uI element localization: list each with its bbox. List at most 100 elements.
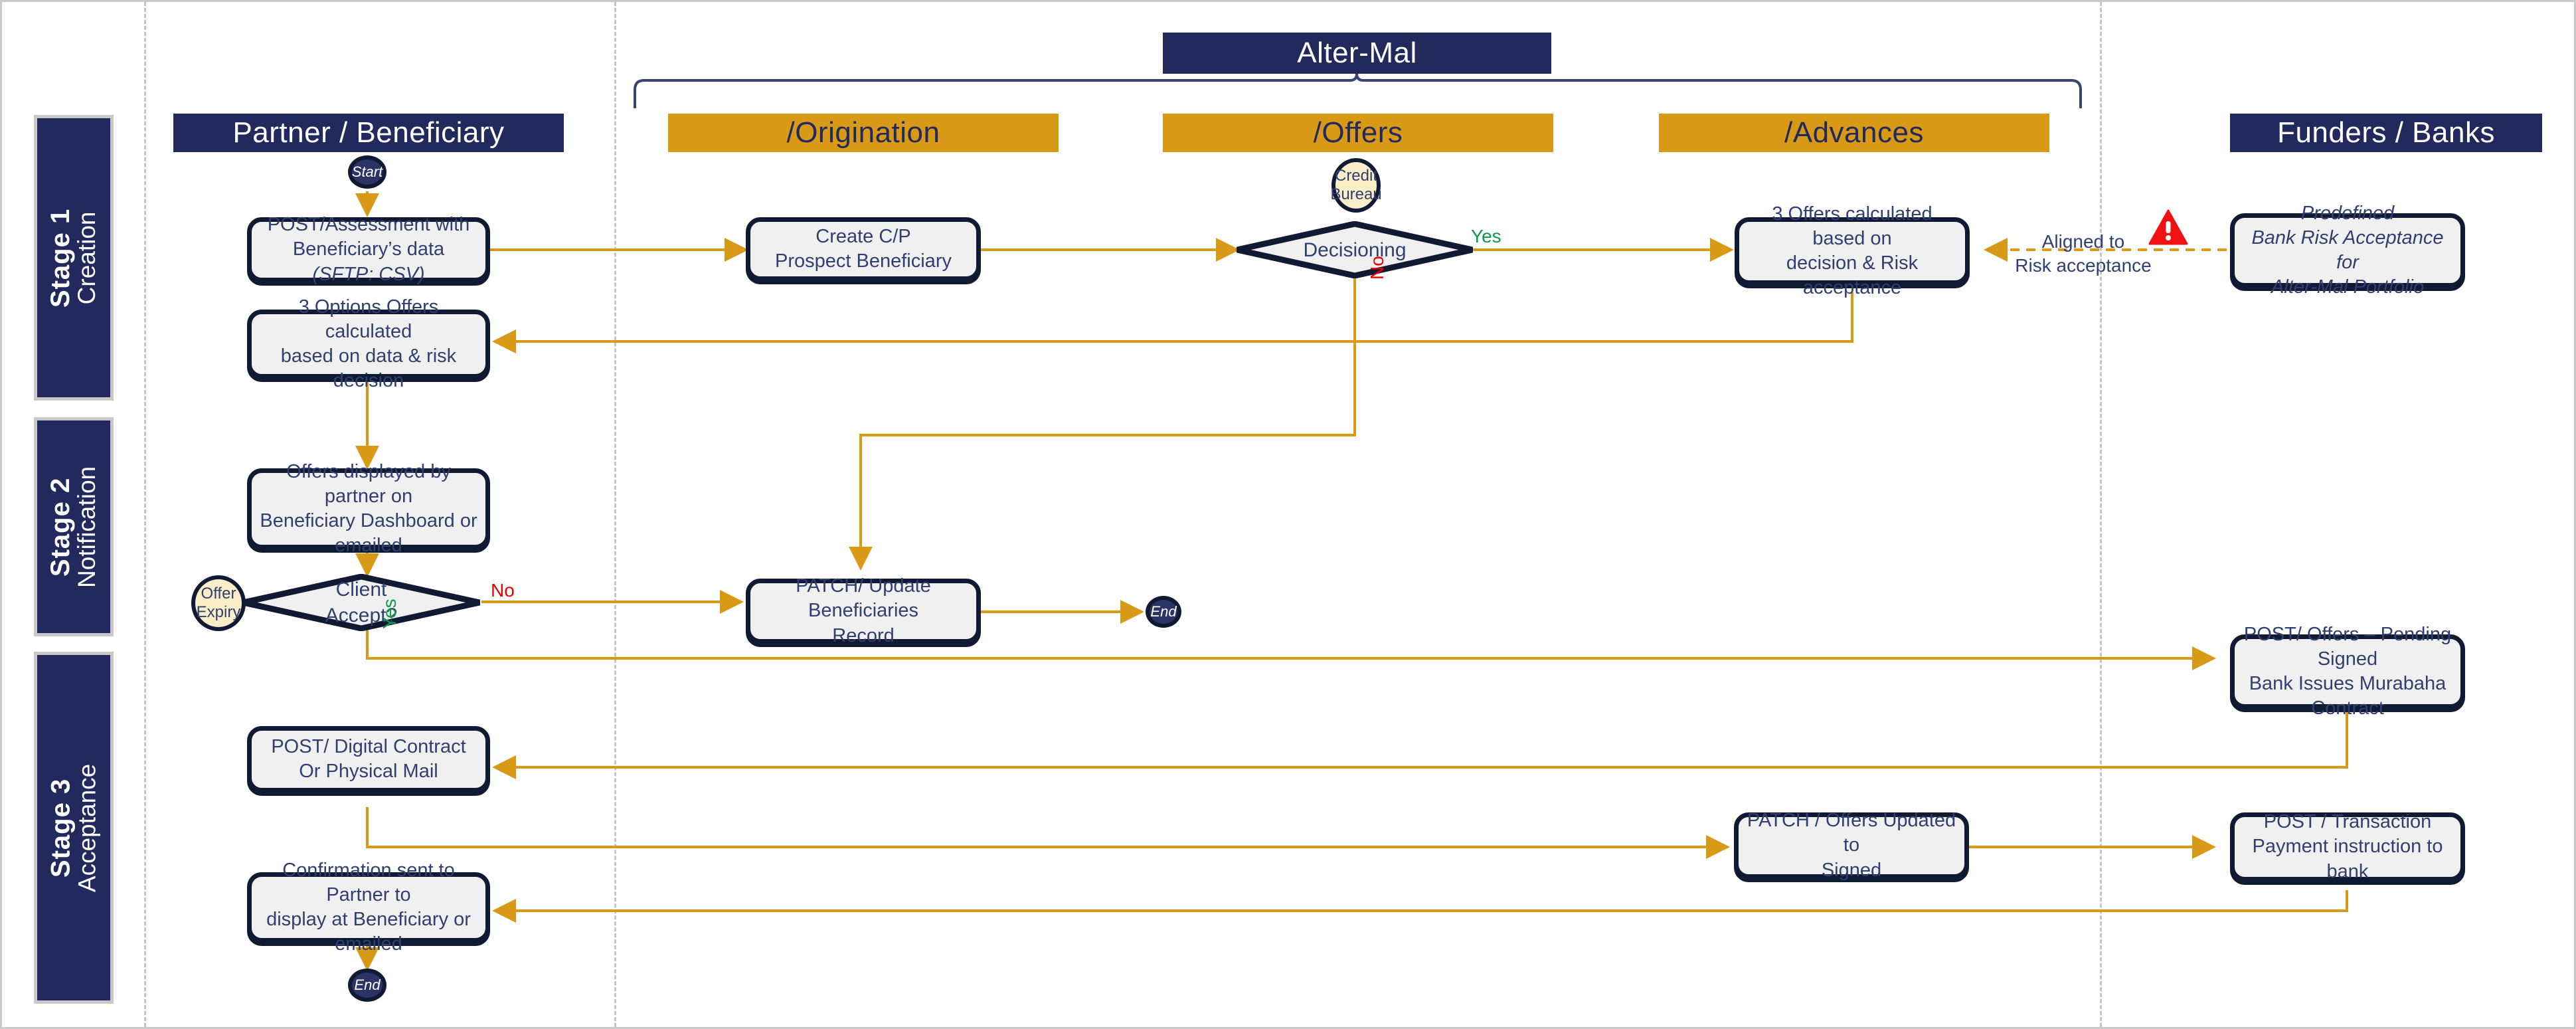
edge-postoffers-to-digitalcontract [492,708,2348,779]
client-accept-no-text: No [491,580,515,601]
lane-header-origination: /Origination [668,114,1059,152]
stage-1-name: Creation [73,211,101,304]
node-post-assessment[interactable]: POST/Assessment with Beneficiary’s data … [247,214,490,285]
lane-header-partner-label: Partner / Beneficiary [232,116,505,149]
note-aligned-line1: Aligned to [2041,231,2125,252]
edge-clientaccept-yes-to-postoffers [366,628,2216,670]
note-aligned-to-risk-acceptance: Aligned to Risk acceptance [2004,230,2163,278]
node-post-offers-pending-signed[interactable]: POST/ Offers – Pending Signed Bank Issue… [2230,624,2465,719]
lane-divider-1 [144,2,146,1027]
lane-header-offers-label: /Offers [1313,116,1403,149]
decisioning-yes-text: Yes [1471,226,1502,246]
start-terminator: Start [348,155,386,189]
node-patch-update-beneficiaries[interactable]: PATCH/ Update Beneficiaries Record [746,575,981,646]
client-accept-yes-text: Yes [379,599,400,629]
node-patch-update-line2: Record [832,624,895,646]
node-patch-signed-line1: PATCH / Offers Updated to [1747,810,1956,856]
node-offers-displayed-line3: emailed [335,535,402,557]
node-predefined-line1: Predefined [2300,202,2395,224]
node-digital-contract-line1: POST/ Digital Contract [271,735,466,757]
node-credit-bureau-line2: Bureau [1330,185,1382,203]
stage-bar-3: Stage 3 Acceptance [34,652,114,1004]
node-post-assessment-line2: Beneficiary’s data [292,238,445,260]
end-terminator-bottom: End [348,969,386,1002]
node-offer-expiry-line1: Offer [201,585,236,603]
node-patch-signed-line2: Signed [1821,859,1882,881]
note-aligned-line2: Risk acceptance [2015,255,2152,276]
node-post-digital-contract[interactable]: POST/ Digital Contract Or Physical Mail [247,726,490,793]
node-credit-bureau[interactable]: Credit Bureau [1330,158,1382,213]
stage-2-name: Notification [73,466,101,588]
diagram-canvas: Alter-Mal Stage 1 Creation Stage 2 Notif… [0,0,2576,1029]
node-three-options-offers[interactable]: 3 Options Offers calculated based on dat… [247,296,490,391]
start-terminator-label: Start [351,163,383,180]
lane-divider-2 [614,2,616,1027]
lane-divider-3 [2100,2,2102,1027]
node-offers-displayed[interactable]: Offers displayed by partner on Beneficia… [247,461,490,556]
client-accept-diamond-shape [242,574,480,631]
end-terminator-mid-label: End [1150,603,1177,620]
node-create-cp-line1: Create C/P [816,225,911,247]
node-post-assessment-line1: POST/Assessment with [267,214,470,236]
end-terminator-mid: End [1146,596,1181,628]
node-decisioning[interactable]: Decisioning [1235,221,1475,278]
diagram-title: Alter-Mal [1297,37,1417,69]
node-offers-displayed-line2: Beneficiary Dashboard or [260,510,477,531]
stage-bar-1: Stage 1 Creation [34,115,114,401]
node-predefined-line3: Alter-Mal Portfolio [2271,276,2424,298]
diagram-title-bar: Alter-Mal [1163,33,1551,74]
node-confirmation-sent[interactable]: Confirmation sent to Partner to display … [247,860,490,955]
node-three-offers-calculated[interactable]: 3 Offers calculated based on decision & … [1735,203,1970,298]
edge-label-client-accept-no: No [491,580,515,601]
node-three-options-line2: based on data & risk decision [280,345,457,392]
edge-label-decisioning-yes: Yes [1471,226,1502,247]
node-patch-offers-signed[interactable]: PATCH / Offers Updated to Signed [1734,810,1969,881]
alter-mal-bracket [634,73,2082,108]
node-post-transaction-line2: Payment instruction to bank [2252,836,2443,882]
node-post-offers-pending-line2: Bank Issues Murabaha Contract [2249,673,2447,719]
edge-label-client-accept-yes: Yes [379,599,400,629]
stage-3-text: Stage 3 Acceptance [46,763,101,892]
node-three-offers-line2: decision & Risk acceptance [1786,252,1919,299]
lane-header-advances-label: /Advances [1784,116,1924,149]
edge-label-decisioning-no: No [1367,256,1388,280]
stage-3-name: Acceptance [73,763,101,892]
node-three-options-line1: 3 Options Offers calculated [298,296,439,342]
edge-3offers-to-3options [492,292,1853,353]
node-digital-contract-line2: Or Physical Mail [299,761,438,782]
end-terminator-bottom-label: End [354,977,381,993]
edge-posttransaction-to-confirmation [492,890,2348,923]
edge-digitalcontract-to-patchsigned [366,807,1730,859]
stage-2-number: Stage 2 [46,477,76,577]
stage-bar-2: Stage 2 Notification [34,417,114,636]
node-post-offers-pending-line1: POST/ Offers – Pending Signed [2243,623,2452,670]
lane-header-advances: /Advances [1659,114,2049,152]
node-create-cp[interactable]: Create C/P Prospect Beneficiary [746,217,981,281]
warning-triangle-icon [2148,209,2188,245]
node-post-transaction-line1: POST / Transaction [2263,811,2432,833]
stage-3-number: Stage 3 [46,778,76,878]
decisioning-diamond-shape [1237,221,1473,278]
decisioning-no-text: No [1367,256,1387,280]
lane-header-origination-label: /Origination [786,116,940,149]
stage-1-number: Stage 1 [46,208,76,308]
stage-2-text: Stage 2 Notification [46,466,101,588]
lane-header-partner: Partner / Beneficiary [173,114,564,152]
node-predefined-bank-risk[interactable]: Predefined Bank Risk Acceptance for Alte… [2230,203,2465,298]
node-client-accept[interactable]: Client Accept? [240,574,482,631]
edge-decisioning-no-to-patchupdate [849,278,1356,571]
node-create-cp-line2: Prospect Beneficiary [775,250,952,272]
node-offer-expiry-line2: Expiry [196,603,241,621]
stage-1-text: Stage 1 Creation [46,208,101,308]
node-confirmation-line1: Confirmation sent to Partner to [282,859,455,905]
node-post-transaction[interactable]: POST / Transaction Payment instruction t… [2230,811,2465,882]
lane-header-funders: Funders / Banks [2230,114,2542,152]
node-offer-expiry[interactable]: Offer Expiry [191,575,246,631]
node-predefined-line2: Bank Risk Acceptance for [2251,227,2444,273]
lane-header-offers: /Offers [1163,114,1553,152]
node-confirmation-line2: display at Beneficiary or emailed [266,909,471,955]
node-patch-update-line1: PATCH/ Update Beneficiaries [796,575,931,622]
node-three-offers-line1: 3 Offers calculated based on [1772,203,1932,249]
lane-header-funders-label: Funders / Banks [2277,116,2495,149]
node-post-assessment-line3: (SFTP: CSV) [312,263,425,285]
